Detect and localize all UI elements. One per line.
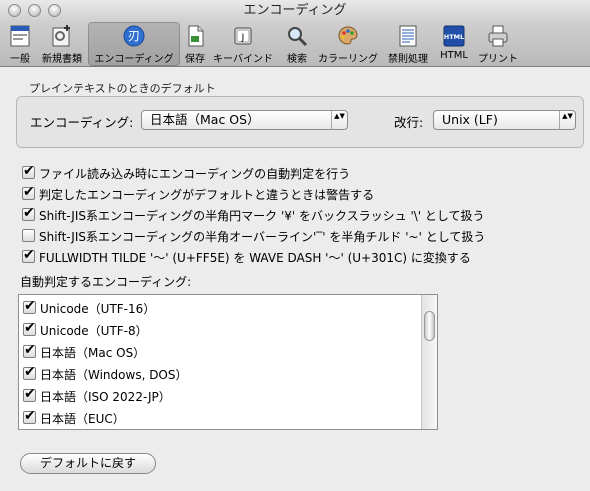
title-bar: エンコーディング [0, 0, 590, 22]
reset-defaults-button[interactable]: デフォルトに戻す [20, 453, 156, 474]
checkbox[interactable]: ✔ [22, 205, 35, 221]
check-mark-icon: ✔ [24, 386, 36, 402]
linebreak-popup[interactable]: Unix (LF) ▲▼ [433, 110, 576, 130]
tab-keybinding-label: キーバインド [213, 54, 273, 65]
list-item-label: Unicode（UTF-16） [40, 302, 156, 316]
checkbox[interactable]: ✔ [23, 364, 36, 380]
option-label: Shift-JIS系エンコーディングの半角円マーク '¥' をバックスラッシュ … [39, 209, 485, 223]
option-label: 判定したエンコーディングがデフォルトと違うときは警告する [39, 188, 375, 202]
encoding-label: エンコーディング: [30, 115, 134, 130]
checkbox[interactable]: ✔ [23, 342, 36, 358]
search-icon [288, 27, 308, 47]
new-document-icon [52, 25, 70, 47]
checkbox[interactable] [22, 229, 35, 242]
tab-search-label: 検索 [287, 54, 307, 65]
tab-save[interactable]: 保存 [180, 22, 210, 66]
linebreak-popup-value: Unix (LF) [442, 112, 498, 127]
tab-encoding-label: エンコーディング [94, 54, 174, 65]
line-break-icon [399, 25, 417, 47]
tab-line-break[interactable]: 禁則処理 [384, 22, 432, 66]
encoding-icon: 刃 [123, 25, 145, 47]
option-label: FULLWIDTH TILDE '～' (U+FF5E) を WAVE DASH… [39, 251, 471, 265]
tab-html[interactable]: HTML HTML [436, 22, 472, 66]
preferences-window: エンコーディング 一般 新規書類 刃 エンコーディング 保存 J キーバインド … [0, 0, 590, 491]
check-mark-icon: ✔ [24, 298, 36, 314]
html-icon: HTML [443, 25, 465, 47]
auto-detect-label: 自動判定するエンコーディング: [20, 275, 192, 289]
popup-arrows-icon: ▲▼ [559, 111, 575, 129]
check-mark-icon: ✔ [24, 342, 36, 358]
save-icon [188, 25, 204, 47]
scrollbar-thumb[interactable] [424, 311, 435, 341]
checkbox[interactable]: ✔ [22, 163, 35, 179]
tab-new-document-label: 新規書類 [42, 54, 82, 65]
keybinding-icon: J [234, 27, 252, 45]
tab-print[interactable]: プリント [474, 22, 522, 66]
tab-line-break-label: 禁則処理 [388, 54, 428, 65]
tab-coloring-label: カラーリング [318, 54, 378, 65]
svg-text:HTML: HTML [444, 33, 464, 41]
list-item-label: 日本語（Mac OS） [40, 346, 146, 360]
window-title: エンコーディング [243, 3, 347, 18]
coloring-icon [338, 26, 358, 45]
check-mark-icon: ✔ [24, 408, 36, 424]
preferences-toolbar: 一般 新規書類 刃 エンコーディング 保存 J キーバインド 検索 カラーリング… [0, 22, 590, 67]
check-mark-icon: ✔ [23, 163, 35, 179]
tab-keybinding[interactable]: J キーバインド [212, 22, 274, 66]
option-label: ファイル読み込み時にエンコーディングの自動判定を行う [39, 167, 351, 181]
list-item-label: Unicode（UTF-8） [40, 324, 148, 338]
tab-html-label: HTML [440, 50, 468, 61]
general-icon [10, 25, 30, 47]
tab-general-label: 一般 [10, 54, 30, 65]
check-mark-icon: ✔ [24, 364, 36, 380]
linebreak-label: 改行: [394, 115, 424, 130]
checkbox[interactable]: ✔ [22, 184, 35, 200]
check-mark-icon: ✔ [23, 247, 35, 263]
encoding-popup-value: 日本語（Mac OS） [150, 112, 260, 127]
list-item-label: 日本語（ISO 2022-JP） [40, 390, 171, 404]
list-item-label: 日本語（Windows, DOS） [40, 368, 188, 382]
option-label: Shift-JIS系エンコーディングの半角オーバーライン'‾' を半角チルド '… [39, 230, 486, 244]
checkbox[interactable]: ✔ [22, 247, 35, 263]
svg-text:J: J [241, 33, 245, 43]
list-item-label: 日本語（EUC） [40, 412, 125, 426]
tab-encoding[interactable]: 刃 エンコーディング [88, 22, 180, 66]
svg-text:刃: 刃 [128, 29, 140, 43]
encoding-popup[interactable]: 日本語（Mac OS） ▲▼ [141, 110, 348, 130]
checkbox[interactable]: ✔ [23, 386, 36, 402]
tab-new-document[interactable]: 新規書類 [38, 22, 86, 66]
tab-general[interactable]: 一般 [2, 22, 38, 66]
check-mark-icon: ✔ [24, 320, 36, 336]
check-mark-icon: ✔ [23, 205, 35, 221]
checkbox[interactable]: ✔ [23, 320, 36, 336]
list-scrollbar[interactable] [421, 295, 437, 429]
popup-arrows-icon: ▲▼ [331, 111, 347, 129]
checkbox[interactable]: ✔ [23, 298, 36, 314]
check-mark-icon: ✔ [23, 184, 35, 200]
print-icon [488, 25, 508, 47]
auto-detect-list: ✔ Unicode（UTF-16） ✔ Unicode（UTF-8） ✔ 日本語… [18, 294, 438, 430]
tab-search[interactable]: 検索 [282, 22, 312, 66]
tab-print-label: プリント [478, 54, 518, 65]
plain-text-group-label: プレインテキストのときのデフォルト [29, 82, 216, 95]
checkbox[interactable]: ✔ [23, 408, 36, 424]
tab-save-label: 保存 [185, 54, 205, 65]
tab-coloring[interactable]: カラーリング [316, 22, 380, 66]
